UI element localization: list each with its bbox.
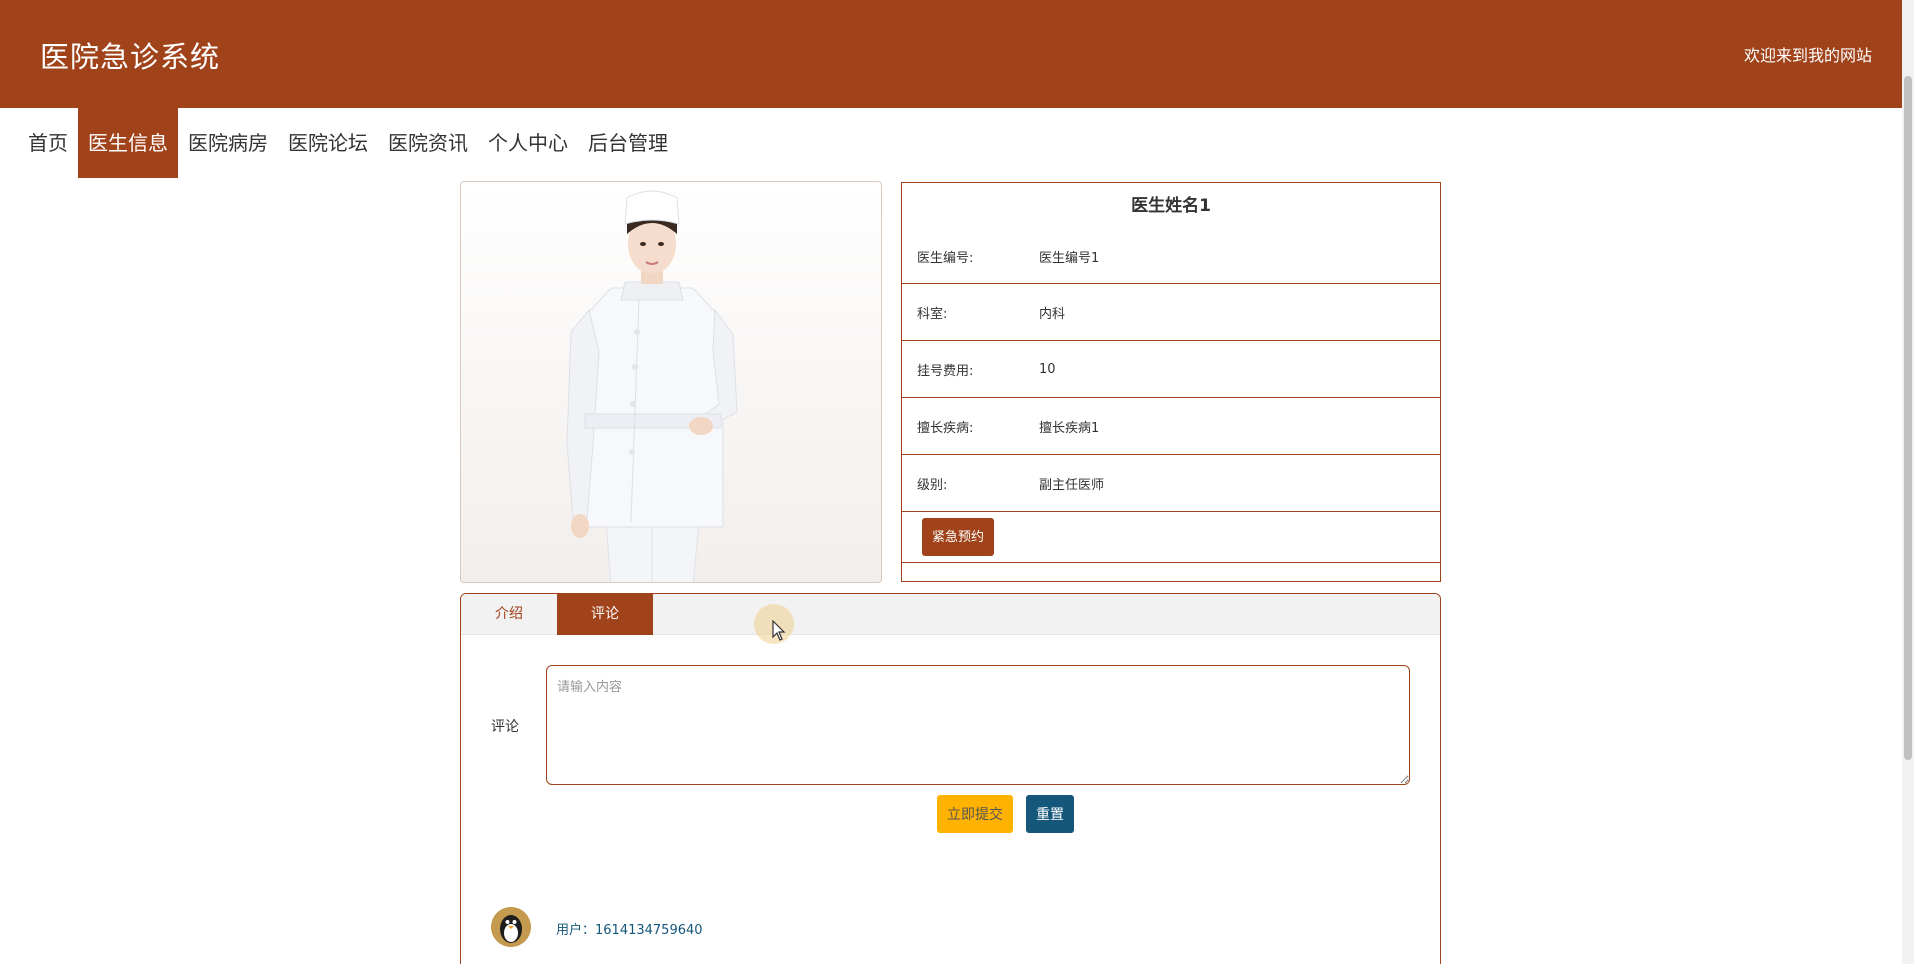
user-avatar <box>491 907 531 947</box>
info-value: 医生编号1 <box>1039 250 1100 266</box>
tabs-bar: 介绍 评论 <box>461 594 1440 635</box>
comment-label: 评论 <box>491 719 519 735</box>
nav-item-home[interactable]: 首页 <box>18 108 78 178</box>
info-value: 擅长疾病1 <box>1039 420 1100 436</box>
nav-item-doctor-info[interactable]: 医生信息 <box>78 108 178 178</box>
info-action-row: 紧急预约 <box>902 512 1440 563</box>
nav-item-profile[interactable]: 个人中心 <box>478 108 578 178</box>
info-row-level: 级别: 副主任医师 <box>902 455 1440 512</box>
scrollbar-thumb[interactable] <box>1904 76 1912 760</box>
info-row-doctor-id: 医生编号: 医生编号1 <box>902 229 1440 284</box>
info-row-fee: 挂号费用: 10 <box>902 341 1440 398</box>
submit-button[interactable]: 立即提交 <box>937 795 1013 833</box>
info-row-specialty: 擅长疾病: 擅长疾病1 <box>902 398 1440 455</box>
info-label: 级别: <box>917 477 948 493</box>
nav-item-news[interactable]: 医院资讯 <box>378 108 478 178</box>
nav-item-admin[interactable]: 后台管理 <box>578 108 678 178</box>
welcome-text: 欢迎来到我的网站 <box>1743 46 1872 65</box>
doctor-name: 医生姓名1 <box>1131 196 1211 216</box>
doctor-illustration <box>566 190 738 582</box>
info-row-department: 科室: 内科 <box>902 284 1440 341</box>
main-nav: 首页 医生信息 医院病房 医院论坛 医院资讯 个人中心 后台管理 <box>18 108 678 178</box>
tab-comments[interactable]: 评论 <box>557 594 653 635</box>
site-title: 医院急诊系统 <box>40 40 221 74</box>
penguin-icon <box>491 907 531 947</box>
tab-introduction[interactable]: 介绍 <box>461 594 557 635</box>
mouse-pointer-icon <box>772 620 786 641</box>
nav-item-forum[interactable]: 医院论坛 <box>278 108 378 178</box>
doctor-info-card: 医生姓名1 医生编号: 医生编号1 科室: 内科 挂号费用: 10 擅长疾病: … <box>901 182 1441 582</box>
info-label: 科室: <box>917 306 948 322</box>
vertical-scrollbar[interactable] <box>1902 0 1914 964</box>
site-header: 医院急诊系统 欢迎来到我的网站 <box>0 0 1902 108</box>
urgent-appointment-button[interactable]: 紧急预约 <box>922 518 995 556</box>
reset-button[interactable]: 重置 <box>1026 795 1074 833</box>
comment-input[interactable] <box>546 665 1410 785</box>
info-label: 挂号费用: <box>917 363 974 379</box>
nav-item-wards[interactable]: 医院病房 <box>178 108 278 178</box>
info-label: 擅长疾病: <box>917 420 974 436</box>
info-value: 副主任医师 <box>1039 477 1105 493</box>
detail-tabs-panel: 介绍 评论 评论 立即提交 重置 用户：1614134759640 <box>460 593 1441 964</box>
info-value: 内科 <box>1039 306 1066 322</box>
doctor-photo <box>460 181 882 583</box>
comment-user: 用户：1614134759640 <box>556 923 703 938</box>
info-value: 10 <box>1039 361 1056 377</box>
info-label: 医生编号: <box>917 250 974 266</box>
